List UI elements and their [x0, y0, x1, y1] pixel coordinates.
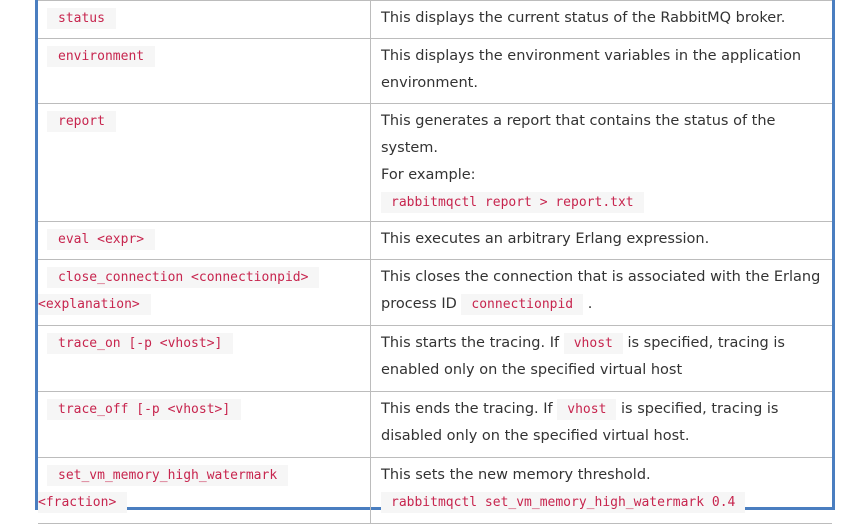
table-row: status This displays the current status …: [38, 0, 832, 39]
command-code: trace_on [-p <vhost>]: [47, 333, 234, 354]
example-code: rabbitmqctl report > report.txt: [381, 192, 644, 213]
command-code: trace_off [-p <vhost>]: [47, 399, 242, 420]
description-cell: This displays the environment variables …: [370, 38, 832, 104]
table-row: trace_on [-p <vhost>] This starts the tr…: [38, 325, 832, 392]
description-cell: This displays the current status of the …: [370, 0, 832, 39]
table-row: report This generates a report that cont…: [38, 103, 832, 222]
command-table: status This displays the current status …: [38, 0, 832, 524]
example-code: rabbitmqctl set_vm_memory_high_watermark…: [381, 492, 746, 513]
description-text: This displays the environment variables …: [381, 48, 802, 91]
description-text: This closes the connection that is assoc…: [381, 269, 821, 312]
description-cell: This starts the tracing. If vhost is spe…: [370, 325, 832, 392]
table-row: close_connection <connectionpid> <explan…: [38, 259, 832, 326]
description-cell: This sets the new memory threshold. rabb…: [370, 457, 832, 524]
table-row: environment This displays the environmen…: [38, 38, 832, 104]
command-cell: close_connection <connectionpid> <explan…: [38, 259, 371, 326]
command-code: status: [47, 8, 116, 29]
command-cell: report: [38, 103, 371, 222]
description-text: This executes an arbitrary Erlang expres…: [381, 231, 710, 247]
command-code: eval <expr>: [47, 229, 156, 250]
description-text: This generates a report that contains th…: [381, 113, 776, 156]
command-code: report: [47, 111, 116, 132]
table-row: eval <expr> This executes an arbitrary E…: [38, 221, 832, 260]
command-code: environment: [47, 46, 156, 67]
inline-code: vhost: [557, 399, 617, 420]
command-code-arg: <explanation>: [38, 294, 151, 315]
description-text-end: .: [587, 296, 593, 312]
command-table-frame: status This displays the current status …: [35, 0, 835, 524]
description-text: This ends the tracing. If: [381, 401, 553, 417]
table-row: set_vm_memory_high_watermark <fraction> …: [38, 457, 832, 524]
description-text: This starts the tracing. If: [381, 335, 560, 351]
command-cell: status: [38, 0, 371, 39]
table-row: trace_off [-p <vhost>] This ends the tra…: [38, 391, 832, 458]
description-text: This sets the new memory threshold.: [381, 467, 651, 483]
inline-code: connectionpid: [461, 294, 584, 315]
description-cell: This ends the tracing. If vhost is speci…: [370, 391, 832, 458]
command-code-arg: <fraction>: [38, 492, 128, 513]
command-cell: trace_on [-p <vhost>]: [38, 325, 371, 392]
command-cell: trace_off [-p <vhost>]: [38, 391, 371, 458]
description-cell: This closes the connection that is assoc…: [370, 259, 832, 326]
command-cell: set_vm_memory_high_watermark <fraction>: [38, 457, 371, 524]
description-cell: This executes an arbitrary Erlang expres…: [370, 221, 832, 260]
command-cell: eval <expr>: [38, 221, 371, 260]
command-code: close_connection <connectionpid>: [47, 267, 320, 288]
description-cell: This generates a report that contains th…: [370, 103, 832, 222]
description-example-label: For example:: [381, 167, 476, 183]
command-cell: environment: [38, 38, 371, 104]
command-code: set_vm_memory_high_watermark: [47, 465, 289, 486]
inline-code: vhost: [563, 333, 623, 354]
description-text: This displays the current status of the …: [381, 10, 786, 26]
